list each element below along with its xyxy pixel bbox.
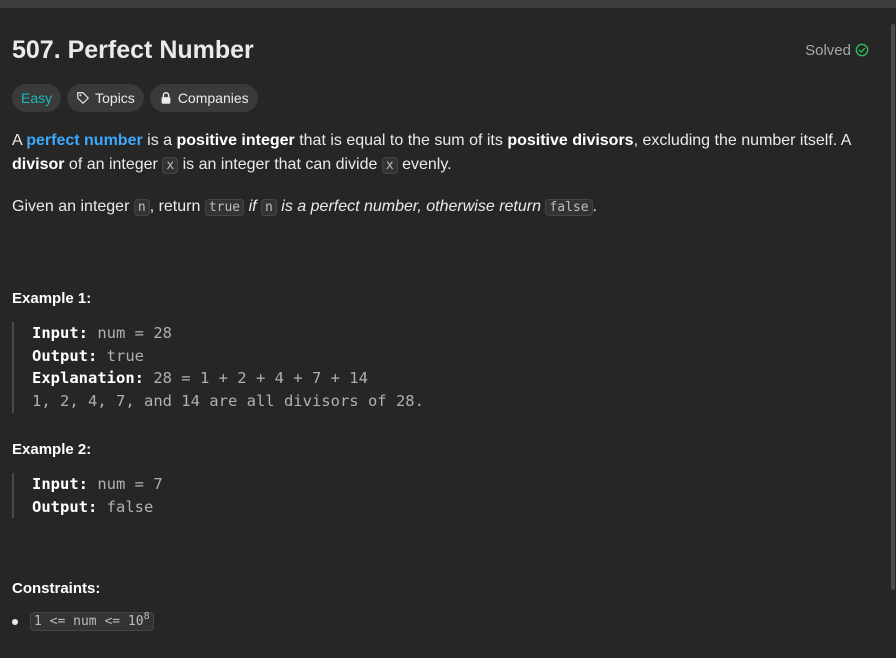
text: , excluding the number itself. A	[633, 132, 851, 149]
inline-code-false: false	[545, 199, 593, 216]
output-label: Output:	[32, 497, 98, 516]
example-2-title: Example 2:	[12, 440, 92, 458]
constraint-item: 1 <= num <= 108	[12, 611, 872, 632]
text: if	[244, 198, 262, 215]
tag-icon	[77, 92, 89, 104]
example-2-block: Input: num = 7 Output: false	[12, 472, 872, 519]
example-output-line: Output: true	[32, 345, 872, 368]
topics-label: Topics	[95, 90, 135, 106]
problem-description: 507. Perfect Number Solved Easy Topics C…	[12, 34, 872, 632]
example-explanation-line: Explanation: 28 = 1 + 2 + 4 + 7 + 14	[32, 367, 872, 390]
problem-title[interactable]: 507. Perfect Number	[12, 36, 254, 65]
lock-icon	[161, 92, 171, 104]
constraints-title: Constraints:	[12, 580, 101, 598]
text: is a	[142, 132, 177, 149]
tag-row: Easy Topics Companies	[12, 84, 872, 112]
divisor-term: divisor	[12, 156, 65, 173]
explanation-label: Explanation:	[32, 369, 144, 388]
inline-code-n: n	[133, 199, 150, 216]
text: is a perfect number, otherwise return	[276, 198, 546, 215]
top-bar	[0, 0, 896, 8]
example-explanation-line-2: 1, 2, 4, 7, and 14 are all divisors of 2…	[32, 392, 424, 411]
inline-code-x: x	[162, 157, 179, 174]
example-output-line: Output: false	[32, 496, 872, 519]
scrollbar-track[interactable]	[890, 8, 896, 658]
input-value: num = 7	[88, 474, 163, 493]
text: .	[592, 198, 598, 215]
output-label: Output:	[32, 346, 98, 365]
description-paragraph-2: Given an integer n, return true if n is …	[12, 195, 872, 220]
positive-integer-term: positive integer	[176, 132, 295, 149]
example-1-block: Input: num = 28 Output: true Explanation…	[12, 322, 872, 413]
inline-code-x: x	[381, 157, 398, 174]
inline-code-n: n	[261, 199, 277, 216]
description-paragraph-1: A perfect number is a positive integer t…	[12, 129, 872, 178]
input-label: Input:	[32, 324, 88, 342]
text: Given an integer	[12, 198, 134, 215]
example-input-line: Input: num = 28	[32, 322, 872, 345]
text: is an integer that can divide	[178, 156, 382, 173]
input-value: num = 28	[88, 324, 172, 342]
difficulty-label: Easy	[21, 90, 53, 106]
topics-button[interactable]: Topics	[67, 84, 144, 112]
perfect-number-link[interactable]: perfect number	[26, 132, 142, 149]
input-label: Input:	[32, 474, 88, 493]
companies-label: Companies	[177, 90, 249, 106]
output-value: true	[97, 346, 144, 365]
scrollbar-thumb[interactable]	[891, 24, 895, 590]
solved-label: Solved	[805, 41, 851, 59]
positive-divisors-term: positive divisors	[507, 132, 634, 149]
text: , return	[149, 198, 205, 215]
solved-status: Solved	[805, 42, 869, 59]
text: of an integer	[64, 156, 163, 173]
example-1-title: Example 1:	[12, 290, 92, 307]
companies-button[interactable]: Companies	[149, 84, 258, 112]
constraint-exponent: 8	[143, 611, 150, 623]
output-value: false	[97, 497, 154, 516]
text: that is equal to the sum of its	[294, 132, 508, 149]
check-circle-icon	[855, 43, 869, 57]
constraint-text: 1 <= num <= 10	[34, 614, 144, 630]
constraint-code: 1 <= num <= 108	[30, 611, 154, 632]
text: A	[12, 132, 27, 149]
example-input-line: Input: num = 7	[32, 473, 872, 496]
text: evenly.	[397, 156, 452, 173]
bullet	[12, 618, 18, 625]
title-row: 507. Perfect Number Solved	[12, 34, 872, 66]
difficulty-badge: Easy	[12, 84, 62, 112]
inline-code-true: true	[204, 199, 245, 216]
explanation-value: 28 = 1 + 2 + 4 + 7 + 14	[143, 369, 368, 388]
